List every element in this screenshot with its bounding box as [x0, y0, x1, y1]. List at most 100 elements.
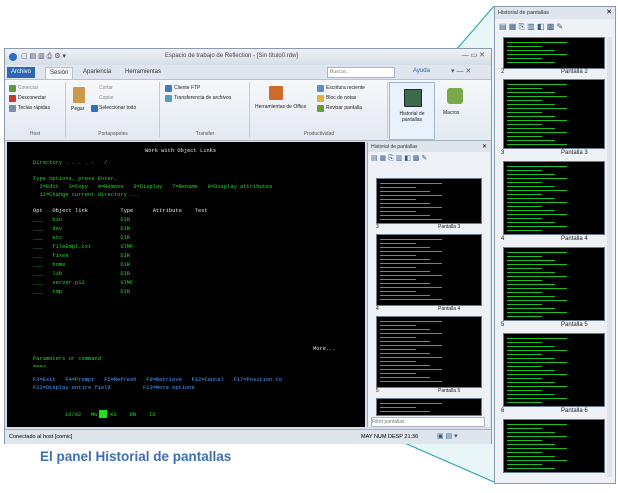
group-transfer: Cliente FTP Transferencia de archivos Tr…: [161, 82, 250, 138]
table-row[interactable]: ___ home DIR: [33, 262, 130, 268]
window-controls[interactable]: — ▭ ✕: [462, 51, 485, 59]
thumb-text-line: [507, 402, 542, 403]
teclas-rapidas-button[interactable]: Teclas rápidas: [18, 105, 50, 111]
big-thumb-num: 6: [501, 408, 505, 414]
thumb-text-line: [507, 186, 555, 187]
search-input[interactable]: Buscar...: [327, 67, 395, 78]
tab-herramientas[interactable]: Herramientas: [121, 67, 165, 78]
thumb-text-line: [507, 308, 555, 309]
filter-input[interactable]: Filtro pantallas: [371, 417, 485, 427]
thumb-text-line: [380, 283, 430, 284]
big-panel-toolbar[interactable]: ▤ ▦ ⎘ ▥ ◧ ▩ ✎: [499, 22, 563, 32]
big-thumb[interactable]: [503, 37, 605, 69]
thumb-text-line: [507, 452, 542, 453]
tab-archivo[interactable]: Archivo: [7, 67, 36, 78]
status-bar: Conectado al host [comic] MAY NUM DESP 2…: [5, 429, 491, 444]
terminal-screen[interactable]: Work with Object Links Directory . . . .…: [7, 142, 365, 427]
big-thumb[interactable]: [503, 79, 605, 149]
office-tools-icon: [269, 86, 283, 100]
herramientas-office-button[interactable]: Herramientas de Office: [255, 104, 306, 110]
cortar-button[interactable]: Cortar: [99, 85, 113, 91]
escritura-reciente-button[interactable]: Escritura reciente: [326, 85, 365, 91]
historial-button[interactable]: Historial de pantallas: [389, 82, 435, 140]
thumb-text-line: [380, 341, 430, 342]
table-row[interactable]: ___ lib DIR: [33, 271, 130, 277]
thumb-text-line: [380, 291, 417, 292]
thumb-text-line: [380, 369, 443, 370]
big-thumb-label: Pantalla 3: [561, 150, 588, 156]
table-row[interactable]: ___ tmp DIR: [33, 289, 130, 295]
ribbon-controls[interactable]: ▾ — ✕: [451, 67, 471, 75]
macros-button[interactable]: Macros: [435, 82, 475, 138]
side-thumb[interactable]: [376, 316, 482, 388]
desconectar-button[interactable]: Desconectar: [18, 95, 46, 101]
thumb-text-line: [507, 124, 542, 125]
revisar-pantalla-button[interactable]: Revisar pantalla: [326, 105, 362, 111]
group-productivity-label: Productividad: [303, 131, 335, 137]
copiar-button[interactable]: Copiar: [99, 95, 114, 101]
tab-apariencia[interactable]: Apariencia: [79, 67, 115, 78]
table-row[interactable]: ___ server.p12 STMF: [33, 280, 133, 286]
thumb-text-line: [380, 279, 417, 280]
thumb-text-line: [380, 187, 417, 188]
thumb-text-line: [507, 312, 567, 313]
thumb-text-line: [507, 378, 542, 379]
thumb-text-line: [507, 58, 542, 59]
big-panel-close-icon[interactable]: ✕: [606, 8, 612, 16]
thumb-text-line: [380, 267, 417, 268]
help-button[interactable]: Ayuda: [413, 68, 430, 74]
side-panel-toolbar[interactable]: ▤ ▦ ⎘ ▥ ◧ ▩ ✎: [371, 154, 427, 163]
thumb-text-line: [380, 329, 430, 330]
thumb-text-line: [507, 304, 542, 305]
thumb-text-line: [380, 215, 430, 216]
big-thumb[interactable]: [503, 161, 605, 235]
thumb-text-line: [507, 202, 567, 203]
screen-history-icon: [404, 89, 422, 107]
quick-access-toolbar[interactable]: ▢ ▤ ▥ ⎙ ⚙ ▾: [21, 52, 66, 61]
side-thumb-label: Pantalla 4: [438, 306, 461, 312]
big-thumb[interactable]: [503, 419, 605, 473]
thumb-text-line: [380, 361, 417, 362]
side-thumb[interactable]: [376, 398, 482, 416]
bloc-notas-button[interactable]: Bloc de notas: [326, 95, 356, 101]
command-line[interactable]: ===>: [33, 364, 46, 370]
table-row[interactable]: ___ dev DIR: [33, 226, 130, 232]
indicator-status: MAY NUM DESP 21:36: [361, 434, 419, 440]
recent-typing-icon: [317, 85, 324, 92]
transferencia-button[interactable]: Transferencia de archivos: [174, 95, 231, 101]
table-row[interactable]: ___ fileEmpl.txt STMF: [33, 244, 133, 250]
thumb-text-line: [507, 62, 555, 63]
side-thumb[interactable]: [376, 178, 482, 224]
screen-title: Work with Object Links: [145, 148, 217, 154]
thumb-text-line: [507, 428, 542, 429]
table-row[interactable]: ___ bin DIR: [33, 217, 130, 223]
group-clipboard-label: Portapapeles: [98, 131, 128, 137]
keyboard-icon: [9, 105, 16, 112]
table-row[interactable]: ___ fixes DIR: [33, 253, 130, 259]
side-panel-close-icon[interactable]: ✕: [482, 143, 487, 150]
connect-icon: [9, 85, 16, 92]
big-thumb[interactable]: [503, 333, 605, 407]
thumb-text-line: [507, 190, 567, 191]
thumb-text-line: [507, 166, 567, 167]
pegar-button[interactable]: Pegar: [71, 106, 84, 112]
thumb-text-line: [507, 284, 555, 285]
view-icons[interactable]: ▣ ▤ ▾: [437, 432, 458, 440]
side-thumb[interactable]: [376, 234, 482, 306]
thumb-text-line: [380, 411, 430, 412]
big-thumb-label: Pantalla 6: [561, 408, 588, 414]
thumb-text-line: [507, 366, 542, 367]
ribbon-tabs: Archivo Sesión Apariencia Herramientas B…: [5, 65, 491, 80]
thumb-text-line: [507, 440, 542, 441]
scrollbar[interactable]: [607, 37, 612, 477]
seleccionar-todo-button[interactable]: Seleccionar todo: [99, 105, 136, 111]
thumb-text-line: [507, 292, 542, 293]
thumb-text-line: [507, 46, 542, 47]
thumb-text-line: [507, 178, 567, 179]
tab-sesion[interactable]: Sesión: [45, 67, 74, 79]
table-row[interactable]: ___ etc DIR: [33, 235, 130, 241]
big-thumb[interactable]: [503, 247, 605, 321]
conectar-button[interactable]: Conectar: [18, 85, 38, 91]
thumb-text-line: [507, 436, 567, 437]
cliente-ftp-button[interactable]: Cliente FTP: [174, 85, 200, 91]
